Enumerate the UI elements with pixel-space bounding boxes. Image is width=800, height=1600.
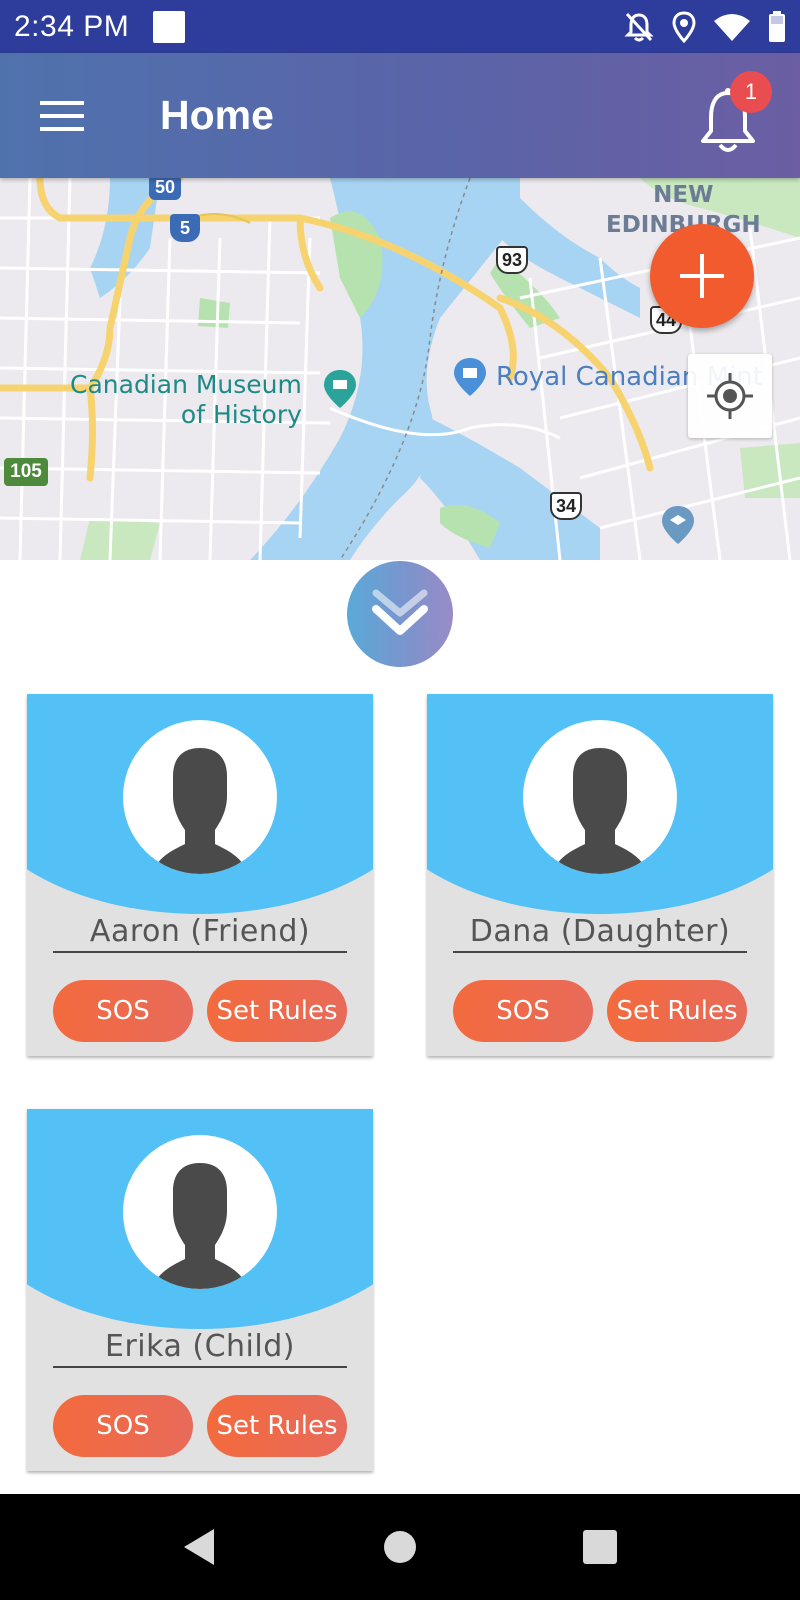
system-nav-bar — [0, 1494, 800, 1600]
my-location-button[interactable] — [688, 354, 772, 438]
app-root: 2:34 PM Home 1 NEW EDINBURGH Canadian Mu… — [0, 0, 800, 1600]
contact-card-erika[interactable]: Erika (Child) SOS Set Rules — [27, 1109, 373, 1471]
notifications-off-icon — [624, 12, 654, 41]
highway-105-shield: 105 — [4, 458, 48, 486]
status-icons — [624, 10, 786, 43]
set-rules-button[interactable]: Set Rules — [607, 980, 747, 1042]
expand-map-button[interactable] — [347, 561, 453, 667]
map-label-museum: Canadian Museum of History — [70, 370, 302, 429]
contact-name: Aaron (Friend) — [89, 914, 311, 949]
battery-icon — [769, 10, 785, 42]
highway-93-shield: 93 — [496, 246, 528, 274]
avatar — [123, 1135, 277, 1289]
sos-button[interactable]: SOS — [53, 980, 193, 1042]
set-rules-button[interactable]: Set Rules — [207, 1395, 347, 1457]
crosshair-icon — [707, 373, 753, 419]
avatar — [523, 720, 677, 874]
app-bar: Home 1 — [0, 53, 800, 178]
highway-34-shield: 34 — [550, 492, 582, 520]
add-button[interactable] — [650, 224, 754, 328]
wifi-icon — [714, 13, 750, 41]
notification-badge: 1 — [730, 71, 772, 113]
page-title: Home — [160, 92, 274, 138]
notification-square-icon — [153, 10, 186, 43]
location-icon — [672, 10, 696, 43]
status-bar: 2:34 PM — [0, 0, 800, 53]
contact-name: Erika (Child) — [105, 1329, 295, 1364]
set-rules-button[interactable]: Set Rules — [207, 980, 347, 1042]
notifications-button[interactable]: 1 — [688, 67, 778, 167]
menu-button[interactable] — [0, 53, 124, 178]
avatar — [123, 720, 277, 874]
person-silhouette-icon — [151, 1163, 249, 1289]
contact-card-aaron[interactable]: Aaron (Friend) SOS Set Rules — [27, 694, 373, 1056]
nav-back-button[interactable] — [165, 1514, 235, 1580]
status-time: 2:34 PM — [14, 9, 130, 43]
sos-button[interactable]: SOS — [453, 980, 593, 1042]
home-circle-icon — [384, 1531, 416, 1563]
nav-recents-button[interactable] — [565, 1514, 635, 1580]
plus-icon — [680, 254, 724, 298]
double-chevron-down-icon — [372, 589, 428, 635]
sos-button[interactable]: SOS — [53, 1395, 193, 1457]
name-underline — [453, 951, 747, 953]
person-silhouette-icon — [151, 748, 249, 874]
highway-5-shield: 5 — [170, 214, 200, 242]
name-underline — [53, 951, 347, 953]
name-underline — [53, 1366, 347, 1368]
recents-square-icon — [583, 1530, 617, 1564]
menu-icon — [40, 100, 84, 131]
contact-card-dana[interactable]: Dana (Daughter) SOS Set Rules — [427, 694, 773, 1056]
highway-50-shield: 50 — [149, 178, 181, 200]
back-triangle-icon — [184, 1529, 214, 1565]
nav-home-button[interactable] — [365, 1514, 435, 1580]
person-silhouette-icon — [551, 748, 649, 874]
contact-name: Dana (Daughter) — [469, 914, 731, 949]
